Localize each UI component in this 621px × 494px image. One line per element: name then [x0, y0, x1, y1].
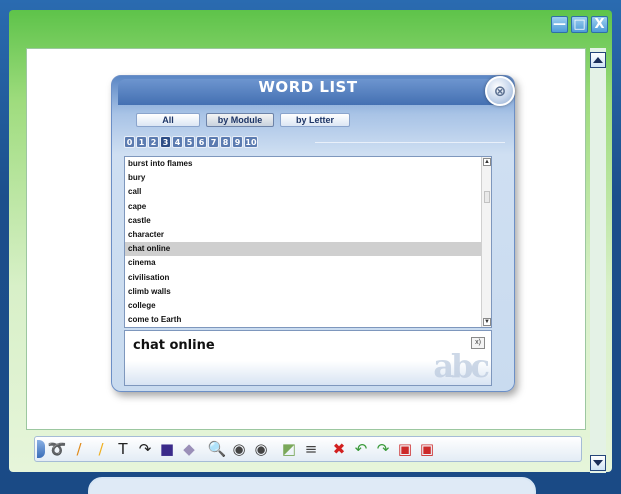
module-button-9[interactable]: 9	[232, 136, 243, 148]
filter-tabs: All by Module by Letter	[136, 113, 350, 127]
dialog-title: WORD LIST	[258, 78, 358, 96]
module-button-0[interactable]: 0	[124, 136, 135, 148]
toolbar-tools: ➰ / / T ↷ ■ ◆ 🔍 ◉ ◉ ◩ ≡ ✖ ↶ ↷ ▣ ▣	[47, 439, 437, 459]
list-item[interactable]: come to Earth	[125, 313, 491, 327]
zoom-icon[interactable]: 🔍	[207, 439, 227, 459]
module-button-7[interactable]: 7	[208, 136, 219, 148]
text-icon[interactable]: T	[113, 439, 133, 459]
list-item-selected[interactable]: chat online	[125, 242, 491, 257]
scroll-down-button[interactable]	[590, 455, 606, 471]
dialog-close-button[interactable]: ⊗	[485, 76, 515, 106]
list-item[interactable]: castle	[125, 214, 491, 228]
list-scroll-up-button[interactable]: ▲	[483, 158, 491, 166]
module-button-6[interactable]: 6	[196, 136, 207, 148]
module-number-row: 0 1 2 3 4 5 6 7 8 9 10	[124, 136, 258, 148]
module-button-10[interactable]: 10	[244, 136, 258, 148]
word-listbox[interactable]: burst into flames bury call cape castle …	[124, 156, 492, 328]
word-detail-panel: chat online x) abc	[124, 330, 492, 386]
module-button-5[interactable]: 5	[184, 136, 195, 148]
tab-by-module[interactable]: by Module	[206, 113, 274, 127]
tab-by-letter[interactable]: by Letter	[280, 113, 350, 127]
vertical-scrollbar[interactable]	[590, 48, 606, 473]
screen-shade-icon[interactable]: ◩	[279, 439, 299, 459]
bottom-toolbar: ➰ / / T ↷ ■ ◆ 🔍 ◉ ◉ ◩ ≡ ✖ ↶ ↷ ▣ ▣	[34, 436, 582, 462]
save-icon[interactable]: ▣	[395, 439, 415, 459]
minimize-button[interactable]: —	[551, 16, 568, 33]
divider-icon[interactable]: ≡	[301, 439, 321, 459]
delete-icon[interactable]: ✖	[329, 439, 349, 459]
selected-word-label: chat online	[133, 338, 215, 353]
list-scrollbar[interactable]: ▲ ▼	[481, 157, 491, 327]
lasso-icon[interactable]: ➰	[47, 439, 67, 459]
bottom-panel	[88, 477, 536, 494]
spotlight-icon[interactable]: ◉	[229, 439, 249, 459]
list-item[interactable]: burst into flames	[125, 157, 491, 171]
list-scroll-thumb[interactable]	[484, 191, 490, 203]
word-list-dialog: WORD LIST ⊗ All by Module by Letter 0 1 …	[111, 75, 515, 392]
module-button-2[interactable]: 2	[148, 136, 159, 148]
arrow-down-icon	[593, 460, 603, 466]
close-button[interactable]: X	[591, 16, 608, 33]
maximize-button[interactable]: □	[571, 16, 588, 33]
list-scroll-down-button[interactable]: ▼	[483, 318, 491, 326]
module-button-1[interactable]: 1	[136, 136, 147, 148]
pencil-icon[interactable]: /	[69, 439, 89, 459]
reveal-icon[interactable]: ◉	[251, 439, 271, 459]
list-item[interactable]: character	[125, 228, 491, 242]
list-item[interactable]: civilisation	[125, 271, 491, 285]
module-button-4[interactable]: 4	[172, 136, 183, 148]
save-as-icon[interactable]: ▣	[417, 439, 437, 459]
list-item[interactable]: climb walls	[125, 285, 491, 299]
redo-icon[interactable]: ↷	[373, 439, 393, 459]
list-item[interactable]: bury	[125, 171, 491, 185]
highlighter-icon[interactable]: /	[91, 439, 111, 459]
window-controls: — □ X	[551, 16, 608, 33]
undo-icon[interactable]: ↶	[351, 439, 371, 459]
close-circle-icon: ⊗	[493, 82, 507, 100]
list-item[interactable]: college	[125, 299, 491, 313]
module-button-3[interactable]: 3	[160, 136, 171, 148]
eraser-icon[interactable]: ◆	[179, 439, 199, 459]
number-row-divider	[315, 142, 505, 143]
outer-frame: — □ X WORD LIST ⊗ All by Module by Lette…	[0, 0, 621, 494]
list-item[interactable]: cinema	[125, 256, 491, 270]
scroll-up-button[interactable]	[590, 52, 606, 68]
tab-all[interactable]: All	[136, 113, 200, 127]
list-item[interactable]: call	[125, 185, 491, 199]
toolbar-handle[interactable]	[37, 440, 45, 458]
list-item[interactable]: cape	[125, 200, 491, 214]
curve-icon[interactable]: ↷	[135, 439, 155, 459]
module-button-8[interactable]: 8	[220, 136, 231, 148]
arrow-up-icon	[593, 57, 603, 63]
abc-logo: abc	[433, 347, 490, 385]
fill-icon[interactable]: ■	[157, 439, 177, 459]
